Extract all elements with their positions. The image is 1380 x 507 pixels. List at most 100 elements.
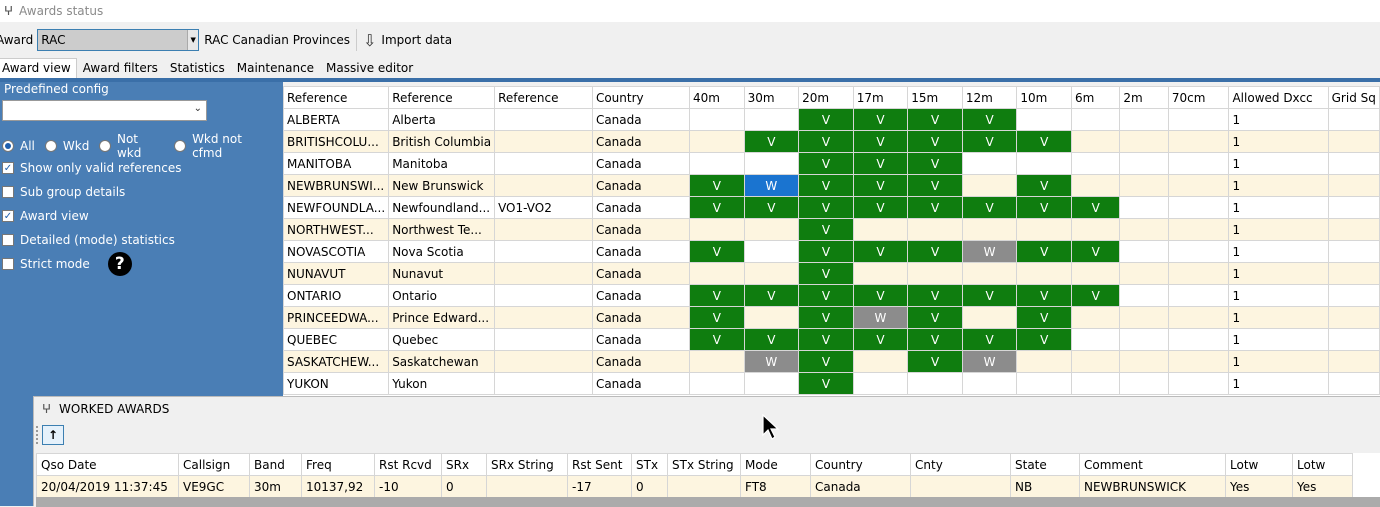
table-cell[interactable]: V <box>798 174 854 197</box>
table-cell[interactable]: 1 <box>1228 218 1329 241</box>
table-cell[interactable]: V <box>743 284 800 307</box>
table-cell[interactable] <box>1016 152 1072 175</box>
import-data-button[interactable]: ⇩ Import data <box>363 31 452 50</box>
column-header[interactable]: Rst Sent <box>567 453 632 476</box>
table-cell[interactable]: V <box>852 240 909 263</box>
radio-wkd[interactable]: Wkd <box>44 139 89 153</box>
column-header[interactable]: 20m <box>798 86 854 109</box>
table-cell[interactable]: PRINCEEDWA... <box>283 306 390 329</box>
table-cell[interactable] <box>689 218 745 241</box>
table-cell[interactable]: Quebec <box>388 328 496 351</box>
table-cell[interactable]: 30m <box>249 475 302 498</box>
table-row[interactable]: NOVASCOTIA Nova Scotia Canada V V V V W V V 1 <box>283 240 1380 263</box>
checkbox-box[interactable] <box>2 258 14 270</box>
radio-all[interactable]: All <box>2 139 35 153</box>
column-header[interactable]: 12m <box>961 86 1018 109</box>
column-header[interactable]: Callsign <box>178 453 250 476</box>
table-cell[interactable]: V <box>689 328 745 351</box>
table-cell[interactable] <box>1119 152 1169 175</box>
column-header[interactable]: Country <box>591 86 691 109</box>
column-header[interactable]: 70cm <box>1167 86 1230 109</box>
table-cell[interactable] <box>961 372 1018 395</box>
table-cell[interactable] <box>1119 130 1169 153</box>
table-cell[interactable] <box>1327 196 1380 219</box>
table-cell[interactable] <box>1070 306 1121 329</box>
table-cell[interactable] <box>907 372 963 395</box>
table-cell[interactable] <box>494 306 593 329</box>
radio-dot[interactable] <box>2 140 14 152</box>
table-cell[interactable]: 1 <box>1228 174 1329 197</box>
table-cell[interactable] <box>1016 218 1072 241</box>
radio-dot[interactable] <box>44 140 57 152</box>
table-cell[interactable]: V <box>798 152 854 175</box>
table-cell[interactable]: V <box>1016 284 1072 307</box>
table-cell[interactable] <box>1119 350 1169 373</box>
checkbox-box[interactable]: ✓ <box>2 210 14 222</box>
table-cell[interactable] <box>1070 108 1121 131</box>
table-cell[interactable]: NUNAVUT <box>283 262 390 285</box>
table-cell[interactable] <box>689 130 745 153</box>
table-cell[interactable]: V <box>1016 174 1072 197</box>
table-cell[interactable] <box>494 350 593 373</box>
table-cell[interactable]: 0 <box>441 475 487 498</box>
column-header[interactable]: STx <box>631 453 668 476</box>
table-cell[interactable] <box>1016 350 1072 373</box>
table-cell[interactable]: V <box>689 196 745 219</box>
table-cell[interactable] <box>486 475 568 498</box>
table-cell[interactable]: Canada <box>591 152 691 175</box>
table-cell[interactable]: Manitoba <box>388 152 496 175</box>
table-cell[interactable]: Canada <box>591 240 691 263</box>
table-cell[interactable] <box>1119 262 1169 285</box>
table-cell[interactable] <box>689 372 745 395</box>
table-cell[interactable] <box>1016 108 1072 131</box>
tab-statistics[interactable]: Statistics <box>164 58 231 78</box>
table-cell[interactable]: Northwest Te... <box>388 218 496 241</box>
tab-award-view[interactable]: Award view <box>0 58 77 78</box>
help-icon[interactable]: ? <box>107 252 132 276</box>
table-cell[interactable] <box>961 152 1018 175</box>
table-cell[interactable]: Saskatchewan <box>388 350 496 373</box>
table-cell[interactable] <box>494 108 593 131</box>
table-cell[interactable]: FT8 <box>740 475 811 498</box>
table-cell[interactable] <box>1327 306 1380 329</box>
table-cell[interactable]: V <box>907 328 963 351</box>
table-cell[interactable]: 1 <box>1228 196 1329 219</box>
column-header[interactable]: Grid Sq <box>1327 86 1380 109</box>
table-cell[interactable]: 1 <box>1228 350 1329 373</box>
checkbox-box[interactable] <box>2 234 14 246</box>
tab-massive-editor[interactable]: Massive editor <box>320 58 419 78</box>
table-row[interactable]: ALBERTA Alberta Canada V V V V 1 <box>283 108 1380 131</box>
table-cell[interactable]: V <box>798 240 854 263</box>
table-cell[interactable]: W <box>961 240 1018 263</box>
column-header[interactable]: Reference <box>388 86 496 109</box>
table-cell[interactable]: Canada <box>591 130 691 153</box>
table-cell[interactable] <box>1167 262 1230 285</box>
table-cell[interactable]: V <box>689 284 745 307</box>
table-cell[interactable] <box>1119 174 1169 197</box>
predefined-config-select[interactable]: ⌄ <box>2 100 207 121</box>
table-cell[interactable]: V <box>852 152 909 175</box>
table-cell[interactable] <box>1167 372 1230 395</box>
table-cell[interactable]: V <box>798 306 854 329</box>
table-cell[interactable]: V <box>798 262 854 285</box>
column-header[interactable]: 10m <box>1016 86 1072 109</box>
table-cell[interactable] <box>689 262 745 285</box>
radio-dot[interactable] <box>174 140 187 152</box>
table-cell[interactable]: V <box>852 174 909 197</box>
table-cell[interactable]: V <box>907 306 963 329</box>
table-cell[interactable]: V <box>1016 306 1072 329</box>
chevron-down-icon[interactable]: ▼ <box>187 30 199 50</box>
table-cell[interactable]: V <box>907 174 963 197</box>
table-cell[interactable] <box>494 372 593 395</box>
checkbox-box[interactable]: ✓ <box>2 162 14 174</box>
checkbox-award-view[interactable]: ✓ Award view <box>2 204 182 228</box>
table-cell[interactable]: V <box>743 328 800 351</box>
table-row[interactable]: PRINCEEDWA... Prince Edward... Canada V V W V V… <box>283 306 1380 329</box>
table-cell[interactable]: ONTARIO <box>283 284 390 307</box>
table-row[interactable]: NEWFOUNDLA... Newfoundland... VO1-VO2 Canad… <box>283 196 1380 219</box>
table-cell[interactable]: W <box>961 350 1018 373</box>
table-cell[interactable]: Canada <box>591 350 691 373</box>
table-cell[interactable]: NEWBRUNSWICK <box>1079 475 1226 498</box>
column-header[interactable]: Reference <box>283 86 390 109</box>
table-cell[interactable] <box>1167 218 1230 241</box>
